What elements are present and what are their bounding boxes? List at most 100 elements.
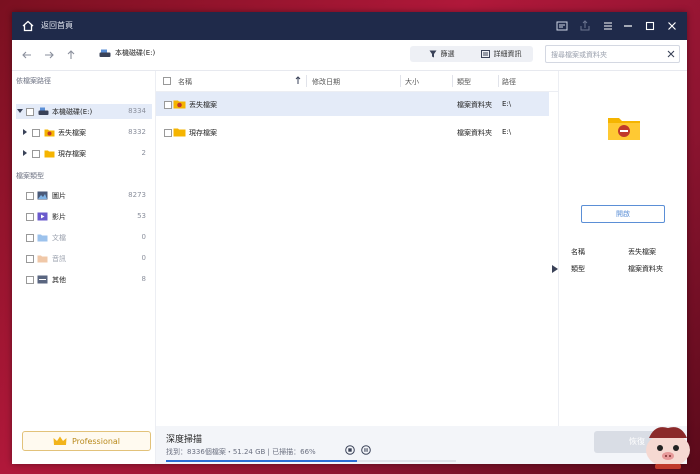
scan-progress-fill [166,460,358,462]
table-row[interactable]: 丟失檔案 檔案資料夾 E:\ [156,92,549,116]
clear-search-icon[interactable] [666,49,676,59]
details-label: 詳細資訊 [493,50,522,58]
sidebar: 依檔案路徑 本機磁碟(E:) 8334 丟失檔案 8332 現存檔案 2 檔案類… [12,71,156,464]
type-item-videos[interactable]: 影片 53 [16,209,152,224]
breadcrumb-drive: 本機磁碟(E:) [115,49,156,57]
drive-icon [99,49,111,57]
select-all-checkbox[interactable] [163,77,171,85]
checkbox[interactable] [26,213,34,221]
column-size[interactable]: 大小 [405,77,419,87]
path-section-title: 依檔案路徑 [16,77,51,85]
details-button[interactable]: 詳細資訊 [469,46,533,62]
detail-panel: 開啟 名稱 丟失檔案 類型 檔案資料夾 [552,71,687,464]
tree-item-count: 2 [141,149,146,157]
type-item-pictures[interactable]: 圖片 8273 [16,188,152,203]
folder-icon [44,150,55,158]
column-type[interactable]: 類型 [457,77,471,87]
lost-folder-icon [44,129,55,137]
pause-icon[interactable] [361,445,371,455]
column-date[interactable]: 修改日期 [312,77,340,87]
feedback-icon[interactable] [554,18,570,34]
checkbox[interactable] [26,108,34,116]
tree-item-count: 8334 [128,107,146,115]
type-item-label: 文檔 [52,234,66,242]
export-icon[interactable] [577,18,593,34]
expand-right-icon[interactable] [22,129,28,135]
professional-button[interactable]: Professional [22,431,151,451]
breadcrumb[interactable]: 本機磁碟(E:) [99,48,155,58]
picture-icon [37,191,48,200]
home-icon[interactable] [20,18,36,34]
row-checkbox[interactable] [164,129,172,137]
tree-item-label: 丟失檔案 [58,129,86,137]
checkbox[interactable] [32,129,40,137]
column-name[interactable]: 名稱 [178,77,192,87]
close-icon[interactable] [664,18,680,34]
audio-icon [37,255,48,263]
detail-name-key: 名稱 [571,248,585,256]
table-row[interactable]: 現存檔案 檔案資料夾 E:\ [156,120,549,144]
type-item-label: 圖片 [52,192,66,200]
other-files-icon [37,275,48,284]
detail-type-key: 類型 [571,265,585,273]
scan-progress-bar [166,460,456,462]
filter-button[interactable]: 篩選 [410,46,473,62]
type-item-count: 0 [141,233,146,241]
detail-type-value: 檔案資料夾 [628,265,663,273]
app-window: 返回首頁 本機磁碟(E:) 篩選 詳細資訊 搜尋檔案或資料夾 依檔案路徑 本機磁… [12,12,687,464]
document-icon [37,234,48,242]
tree-item-label: 現存檔案 [58,150,86,158]
row-name: 丟失檔案 [189,101,217,109]
type-item-count: 0 [141,254,146,262]
professional-label: Professional [71,436,121,446]
row-checkbox[interactable] [164,101,172,109]
stop-icon[interactable] [345,445,355,455]
checkbox[interactable] [32,150,40,158]
column-path[interactable]: 路徑 [502,77,516,87]
title-bar: 返回首頁 [12,12,687,40]
row-type: 檔案資料夾 [457,101,492,109]
open-button[interactable]: 開啟 [581,205,665,223]
checkbox[interactable] [26,255,34,263]
details-icon [480,50,490,58]
forward-arrow-icon[interactable] [42,48,56,62]
checkbox[interactable] [26,192,34,200]
row-type: 檔案資料夾 [457,129,492,137]
expand-down-icon[interactable] [17,108,23,114]
type-item-documents[interactable]: 文檔 0 [16,230,152,245]
sort-up-icon[interactable] [295,76,301,85]
search-input[interactable]: 搜尋檔案或資料夾 [545,45,680,63]
search-placeholder: 搜尋檔案或資料夾 [551,51,607,59]
collapse-panel-icon[interactable] [551,264,559,274]
maximize-icon[interactable] [642,18,658,34]
scan-title: 深度掃描 [166,435,203,445]
type-item-count: 8 [141,275,146,283]
tree-item-drive[interactable]: 本機磁碟(E:) 8334 [16,104,152,119]
folder-icon [173,128,186,137]
video-icon [37,212,48,221]
checkbox[interactable] [26,234,34,242]
tree-item-existing-files[interactable]: 現存檔案 2 [16,146,152,161]
type-item-audio[interactable]: 音訊 0 [16,251,152,266]
expand-right-icon[interactable] [22,150,28,156]
back-arrow-icon[interactable] [20,48,34,62]
scan-stats: 找到：8336個檔案・51.24 GB | 已掃描：66% [166,448,316,456]
tree-item-lost-files[interactable]: 丟失檔案 8332 [16,125,152,140]
up-arrow-icon[interactable] [64,48,78,62]
minimize-icon[interactable] [620,18,636,34]
type-item-others[interactable]: 其他 8 [16,272,152,287]
toolbar: 本機磁碟(E:) 篩選 詳細資訊 搜尋檔案或資料夾 [12,40,687,71]
type-item-count: 53 [137,212,146,220]
row-path: E:\ [502,100,512,108]
tree-item-label: 本機磁碟(E:) [52,108,93,116]
checkbox[interactable] [26,276,34,284]
crown-icon [53,436,67,445]
menu-icon[interactable] [600,18,616,34]
row-path: E:\ [502,128,512,136]
mascot-watermark-icon [646,427,690,469]
type-item-label: 影片 [52,213,66,221]
filter-label: 篩選 [440,50,455,58]
type-section-title: 檔案類型 [16,172,44,180]
back-home-link[interactable]: 返回首頁 [41,20,73,31]
table-header: 名稱 修改日期 大小 類型 路徑 [156,71,558,92]
